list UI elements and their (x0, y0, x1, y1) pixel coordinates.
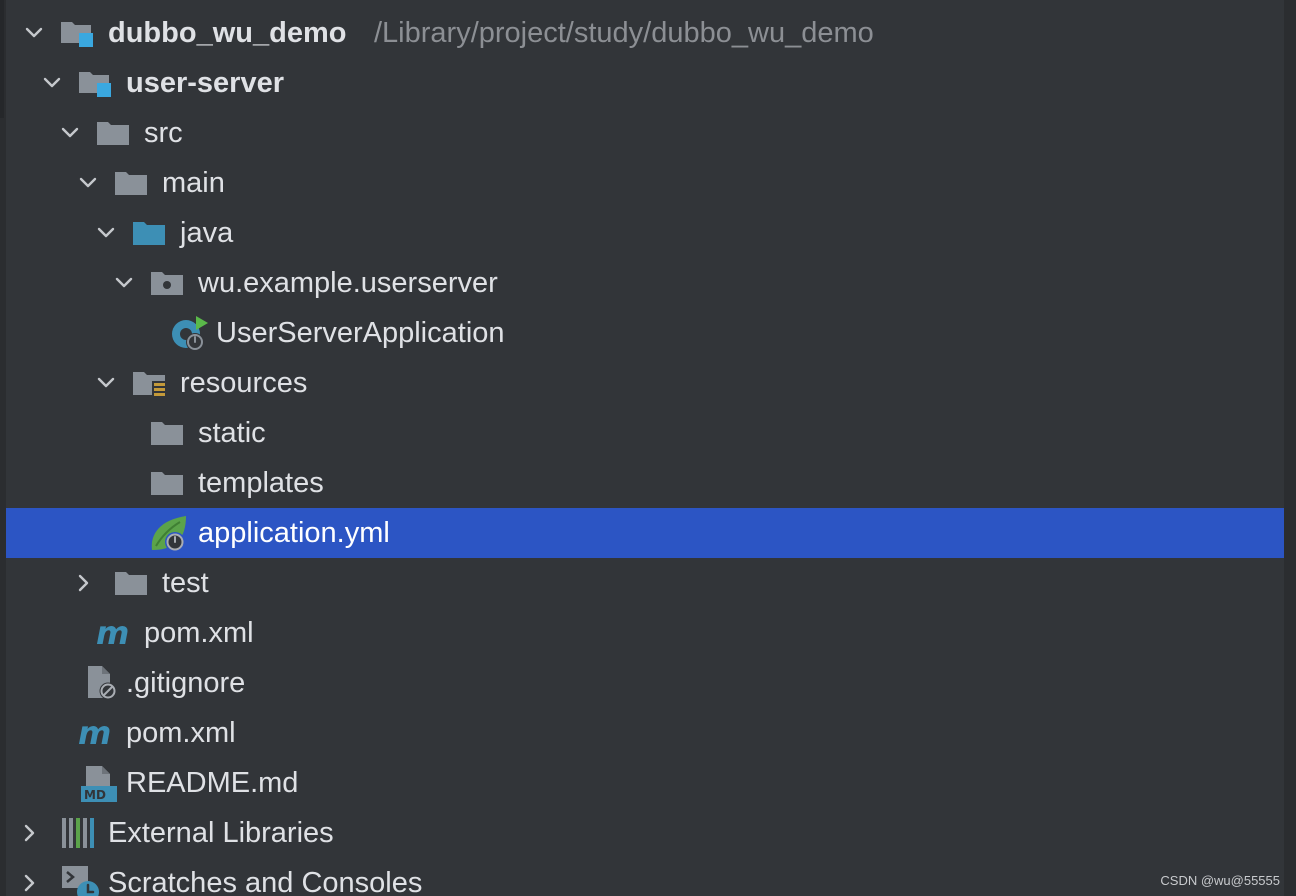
tree-item-label: user-server (126, 67, 284, 99)
resources-folder-icon (133, 372, 166, 398)
right-gutter (1284, 0, 1296, 896)
package-icon (151, 272, 183, 295)
module-folder-icon (61, 22, 93, 47)
chevron-right-icon[interactable] (20, 873, 40, 893)
scratches-icon (62, 866, 99, 896)
chevron-down-icon[interactable] (60, 123, 80, 143)
tree-item-resources[interactable]: resources (6, 358, 1284, 408)
project-tree-panel: dubbo_wu_demo /Library/project/study/dub… (6, 0, 1284, 896)
left-edge-stub (0, 0, 4, 118)
chevron-down-icon[interactable] (114, 273, 134, 293)
tree-item-main[interactable]: main (6, 158, 1284, 208)
tree-item-templates[interactable]: templates (6, 458, 1284, 508)
tree-item-label: UserServerApplication (216, 317, 505, 349)
tree-item-label: resources (180, 367, 308, 399)
source-folder-icon (133, 222, 165, 245)
chevron-right-icon[interactable] (74, 573, 94, 593)
tree-item-label: static (198, 417, 266, 449)
tree-item-test[interactable]: test (6, 558, 1284, 608)
tree-item-label: java (180, 217, 234, 249)
chevron-down-icon[interactable] (24, 23, 44, 43)
maven-icon: m (96, 618, 129, 648)
watermark: CSDN @wu@55555 (1160, 873, 1280, 888)
libraries-icon (62, 818, 94, 848)
chevron-down-icon[interactable] (96, 223, 116, 243)
tree-item-label: wu.example.userserver (198, 267, 498, 299)
tree-item-module-pom-xml[interactable]: m pom.xml (6, 608, 1284, 658)
maven-icon: m (78, 718, 111, 748)
tree-item-java[interactable]: java (6, 208, 1284, 258)
tree-item-root-pom-xml[interactable]: m pom.xml (6, 708, 1284, 758)
tree-item-src[interactable]: src (6, 108, 1284, 158)
spring-config-icon (151, 516, 186, 552)
tree-item-label: External Libraries (108, 817, 334, 849)
markdown-file-icon: MD (81, 766, 117, 802)
tree-item-dubbo-wu-demo[interactable]: dubbo_wu_demo /Library/project/study/dub… (6, 8, 1284, 58)
tree-item-label: Scratches and Consoles (108, 867, 423, 896)
tree-item-readme[interactable]: MD README.md (6, 758, 1284, 808)
folder-icon (115, 172, 147, 195)
ignore-file-icon (88, 666, 117, 700)
chevron-down-icon[interactable] (78, 173, 98, 193)
project-path: /Library/project/study/dubbo_wu_demo (374, 17, 874, 49)
tree-item-label: README.md (126, 767, 299, 799)
tree-item-scratches-and-consoles[interactable]: Scratches and Consoles (6, 858, 1284, 896)
tree-item-static[interactable]: static (6, 408, 1284, 458)
chevron-down-icon[interactable] (96, 373, 116, 393)
folder-icon (151, 422, 183, 445)
chevron-right-icon[interactable] (20, 823, 40, 843)
tree-item-label: .gitignore (126, 667, 246, 699)
tree-item-external-libraries[interactable]: External Libraries (6, 808, 1284, 858)
tree-item-user-server-application[interactable]: UserServerApplication (6, 308, 1284, 358)
tree-item-label: src (144, 117, 183, 149)
tree-item-label: main (162, 167, 225, 199)
svg-text:MD: MD (84, 788, 106, 802)
tree-item-label: pom.xml (144, 617, 254, 649)
tree-item-package[interactable]: wu.example.userserver (6, 258, 1284, 308)
tree-item-label: application.yml (198, 517, 390, 549)
chevron-down-icon[interactable] (42, 73, 62, 93)
svg-text:m: m (78, 718, 111, 748)
tree-item-label: pom.xml (126, 717, 236, 749)
folder-icon (151, 472, 183, 495)
tree-item-gitignore[interactable]: .gitignore (6, 658, 1284, 708)
tree-item-application-yml[interactable]: application.yml (6, 508, 1284, 558)
folder-icon (115, 572, 147, 595)
spring-boot-class-icon (172, 316, 208, 351)
module-folder-icon (79, 72, 111, 97)
tree-item-user-server[interactable]: user-server (6, 58, 1284, 108)
folder-icon (97, 122, 129, 145)
tree-item-label: dubbo_wu_demo (108, 17, 347, 49)
svg-text:m: m (96, 618, 129, 648)
tree-item-label: test (162, 567, 209, 599)
tree-item-label: templates (198, 467, 324, 499)
